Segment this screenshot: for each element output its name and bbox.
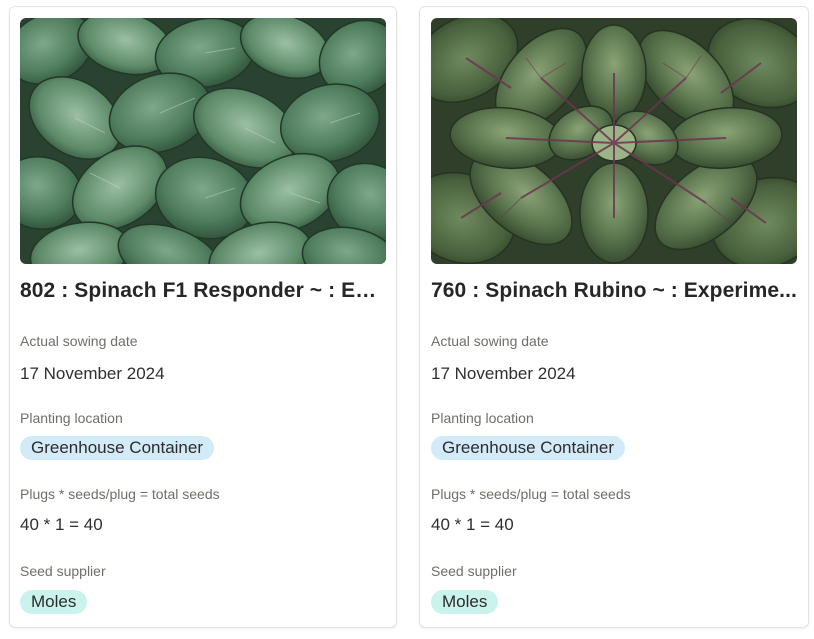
- gallery-card[interactable]: 802 : Spinach F1 Responder ~ : Exp... Ac…: [9, 6, 397, 628]
- card-cover-image[interactable]: [431, 18, 797, 264]
- card-cover-image[interactable]: [20, 18, 386, 264]
- spinach-photo: [431, 18, 797, 264]
- seed-supplier-tag: Moles: [20, 590, 88, 614]
- sowing-date-label: Actual sowing date: [431, 333, 549, 349]
- spinach-photo: [20, 18, 386, 264]
- seed-supplier-label: Seed supplier: [431, 563, 517, 579]
- planting-location-tag: Greenhouse Container: [20, 436, 215, 460]
- seed-supplier-label: Seed supplier: [20, 563, 106, 579]
- card-title[interactable]: 802 : Spinach F1 Responder ~ : Exp...: [20, 279, 386, 303]
- seeds-formula-value: 40 * 1 = 40: [431, 515, 514, 534]
- planting-location-label: Planting location: [431, 410, 534, 426]
- planting-location-tag: Greenhouse Container: [431, 436, 626, 460]
- sowing-date-label: Actual sowing date: [20, 333, 138, 349]
- gallery-view: 802 : Spinach F1 Responder ~ : Exp... Ac…: [0, 0, 814, 639]
- planting-location-label: Planting location: [20, 410, 123, 426]
- sowing-date-value: 17 November 2024: [20, 364, 165, 383]
- seeds-formula-value: 40 * 1 = 40: [20, 515, 103, 534]
- card-title[interactable]: 760 : Spinach Rubino ~ : Experime...: [431, 279, 797, 303]
- seed-supplier-tag: Moles: [431, 590, 499, 614]
- sowing-date-value: 17 November 2024: [431, 364, 576, 383]
- seeds-formula-label: Plugs * seeds/plug = total seeds: [20, 486, 220, 502]
- seeds-formula-label: Plugs * seeds/plug = total seeds: [431, 486, 631, 502]
- gallery-card[interactable]: 760 : Spinach Rubino ~ : Experime... Act…: [419, 6, 809, 628]
